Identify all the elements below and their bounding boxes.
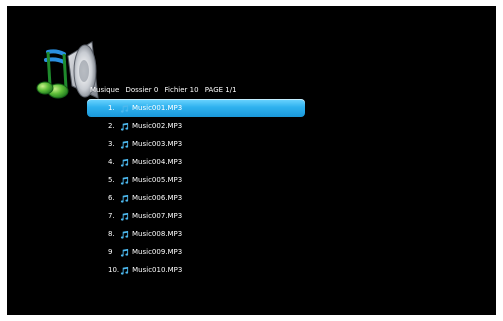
folder-count: Dossier 0 bbox=[125, 86, 159, 94]
file-item[interactable]: 2. Music002.MP3 bbox=[95, 117, 305, 135]
file-index: 5. bbox=[108, 176, 115, 184]
file-item[interactable]: 8. Music008.MP3 bbox=[95, 225, 305, 243]
file-name: Music005.MP3 bbox=[132, 176, 183, 184]
file-item[interactable]: 5. Music005.MP3 bbox=[95, 171, 305, 189]
file-item[interactable]: 9 Music009.MP3 bbox=[95, 243, 305, 261]
file-item[interactable]: 6. Music006.MP3 bbox=[95, 189, 305, 207]
file-name: Music008.MP3 bbox=[132, 230, 183, 238]
file-item[interactable]: 7. Music007.MP3 bbox=[95, 207, 305, 225]
music-note-icon bbox=[120, 158, 129, 167]
file-name: Music009.MP3 bbox=[132, 248, 183, 256]
music-note-icon bbox=[120, 140, 129, 149]
file-index: 3. bbox=[108, 140, 115, 148]
file-index: 4. bbox=[108, 158, 115, 166]
folder-info: Musique Dossier 0 Fichier 10 PAGE 1/1 bbox=[90, 86, 241, 95]
file-index: 1. bbox=[108, 104, 115, 112]
music-note-icon bbox=[120, 212, 129, 221]
file-index: 9 bbox=[108, 248, 113, 256]
header-label: Musique bbox=[90, 86, 120, 94]
player-screen: Musique Dossier 0 Fichier 10 PAGE 1/1 1.… bbox=[7, 6, 496, 315]
file-item-selected[interactable]: 1. Music001.MP3 bbox=[87, 99, 305, 117]
file-index: 10. bbox=[108, 266, 120, 274]
music-note-icon bbox=[120, 230, 129, 239]
file-list: 1. Music001.MP3 2. Music002.MP3 3. Music… bbox=[87, 99, 305, 279]
music-note-icon bbox=[121, 266, 129, 275]
file-name: Music004.MP3 bbox=[132, 158, 183, 166]
file-name: Music002.MP3 bbox=[132, 122, 183, 130]
file-index: 6. bbox=[108, 194, 115, 202]
music-note-icon bbox=[120, 176, 129, 185]
music-note-icon bbox=[120, 194, 129, 203]
file-count: Fichier 10 bbox=[164, 86, 199, 94]
file-name: Music007.MP3 bbox=[132, 212, 183, 220]
file-item[interactable]: 4. Music004.MP3 bbox=[95, 153, 305, 171]
file-name: Music010.MP3 bbox=[132, 266, 183, 274]
file-item[interactable]: 3. Music003.MP3 bbox=[95, 135, 305, 153]
music-speaker-icon bbox=[36, 41, 99, 99]
file-index: 2. bbox=[108, 122, 115, 130]
music-note-icon bbox=[120, 122, 129, 131]
file-name: Music006.MP3 bbox=[132, 194, 183, 202]
file-name: Music001.MP3 bbox=[132, 104, 183, 112]
file-item[interactable]: 10. Music010.MP3 bbox=[95, 261, 305, 279]
music-note-icon bbox=[120, 104, 129, 113]
page-indicator: PAGE 1/1 bbox=[204, 86, 237, 94]
file-index: 8. bbox=[108, 230, 115, 238]
file-name: Music003.MP3 bbox=[132, 140, 183, 148]
music-note-icon bbox=[120, 248, 129, 257]
file-index: 7. bbox=[108, 212, 115, 220]
